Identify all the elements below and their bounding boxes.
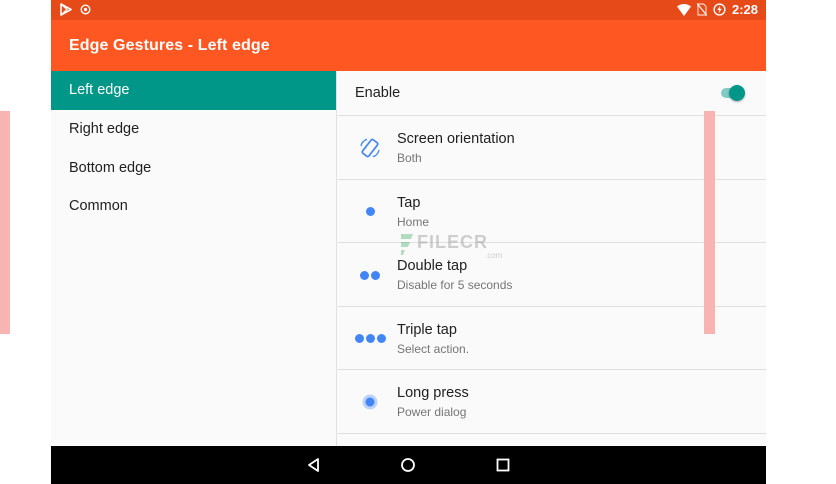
battery-charging-icon	[713, 3, 726, 16]
gesture-title: Long press	[397, 385, 469, 402]
enable-toggle[interactable]	[721, 85, 745, 101]
left-edge-highlight	[0, 111, 10, 334]
app-title: Edge Gestures - Left edge	[69, 37, 270, 54]
dot	[371, 270, 380, 280]
home-icon[interactable]	[399, 456, 417, 474]
gesture-row-double-tap[interactable]: Double tap Disable for 5 seconds	[338, 243, 766, 307]
dot	[365, 334, 375, 344]
sidebar-item-common[interactable]: Common	[51, 187, 336, 226]
dot	[365, 207, 375, 217]
gesture-subtitle: Power dialog	[397, 405, 467, 420]
gesture-row-triple-tap[interactable]: Triple tap Select action.	[338, 307, 766, 371]
gesture-row-long-press[interactable]: Long press Power dialog	[338, 370, 766, 434]
gesture-row-screen-orientation[interactable]: Screen orientation Both	[338, 116, 766, 180]
sidebar-item-label: Left edge	[69, 82, 130, 99]
status-time: 2:28	[731, 2, 758, 17]
single-dot-icon	[354, 196, 386, 228]
system-nav-bar	[51, 446, 766, 484]
right-edge-highlight	[704, 111, 715, 334]
gesture-title: Screen orientation	[397, 131, 515, 147]
status-bar: 2:28	[51, 0, 766, 20]
gesture-row-tap[interactable]: Tap Home	[338, 180, 766, 244]
triple-dot-icon	[354, 323, 386, 355]
dot	[360, 270, 369, 280]
sidebar-item-bottom-edge[interactable]: Bottom edge	[51, 148, 336, 187]
edge-sidebar: Left edge Right edge Bottom edge Common	[51, 71, 337, 446]
sidebar-item-label: Bottom edge	[69, 159, 152, 176]
double-dot-icon	[354, 259, 386, 291]
dot	[376, 334, 386, 344]
sidebar-item-label: Right edge	[69, 121, 140, 138]
gesture-subtitle: Select action.	[397, 341, 470, 356]
sidebar-item-label: Common	[69, 198, 128, 215]
gesture-subtitle: Disable for 5 seconds	[397, 278, 513, 293]
gesture-settings-list: Enable Screen orientation Both Tap Home …	[338, 71, 766, 446]
app-bar: Edge Gestures - Left edge	[51, 20, 766, 71]
gesture-subtitle: Both	[397, 151, 422, 165]
sidebar-item-right-edge[interactable]: Right edge	[51, 110, 336, 149]
toggle-thumb	[729, 85, 745, 101]
no-sim-icon	[696, 3, 707, 16]
target-icon	[80, 4, 91, 15]
device-screen: 2:28 Edge Gestures - Left edge Left edge…	[51, 0, 766, 484]
gesture-title: Double tap	[397, 258, 468, 275]
play-store-icon	[60, 3, 72, 16]
gesture-title: Tap	[397, 194, 421, 211]
sidebar-item-left-edge[interactable]: Left edge	[51, 71, 336, 110]
gesture-title: Triple tap	[397, 321, 457, 338]
enable-row[interactable]: Enable	[338, 71, 766, 116]
recents-icon[interactable]	[494, 456, 512, 474]
screen-rotation-icon	[354, 132, 386, 164]
dot	[354, 334, 364, 344]
enable-label: Enable	[355, 85, 401, 101]
back-icon[interactable]	[305, 456, 323, 474]
ring-dot-icon	[354, 386, 386, 418]
wifi-icon	[676, 3, 691, 16]
gesture-subtitle: Home	[397, 214, 430, 229]
